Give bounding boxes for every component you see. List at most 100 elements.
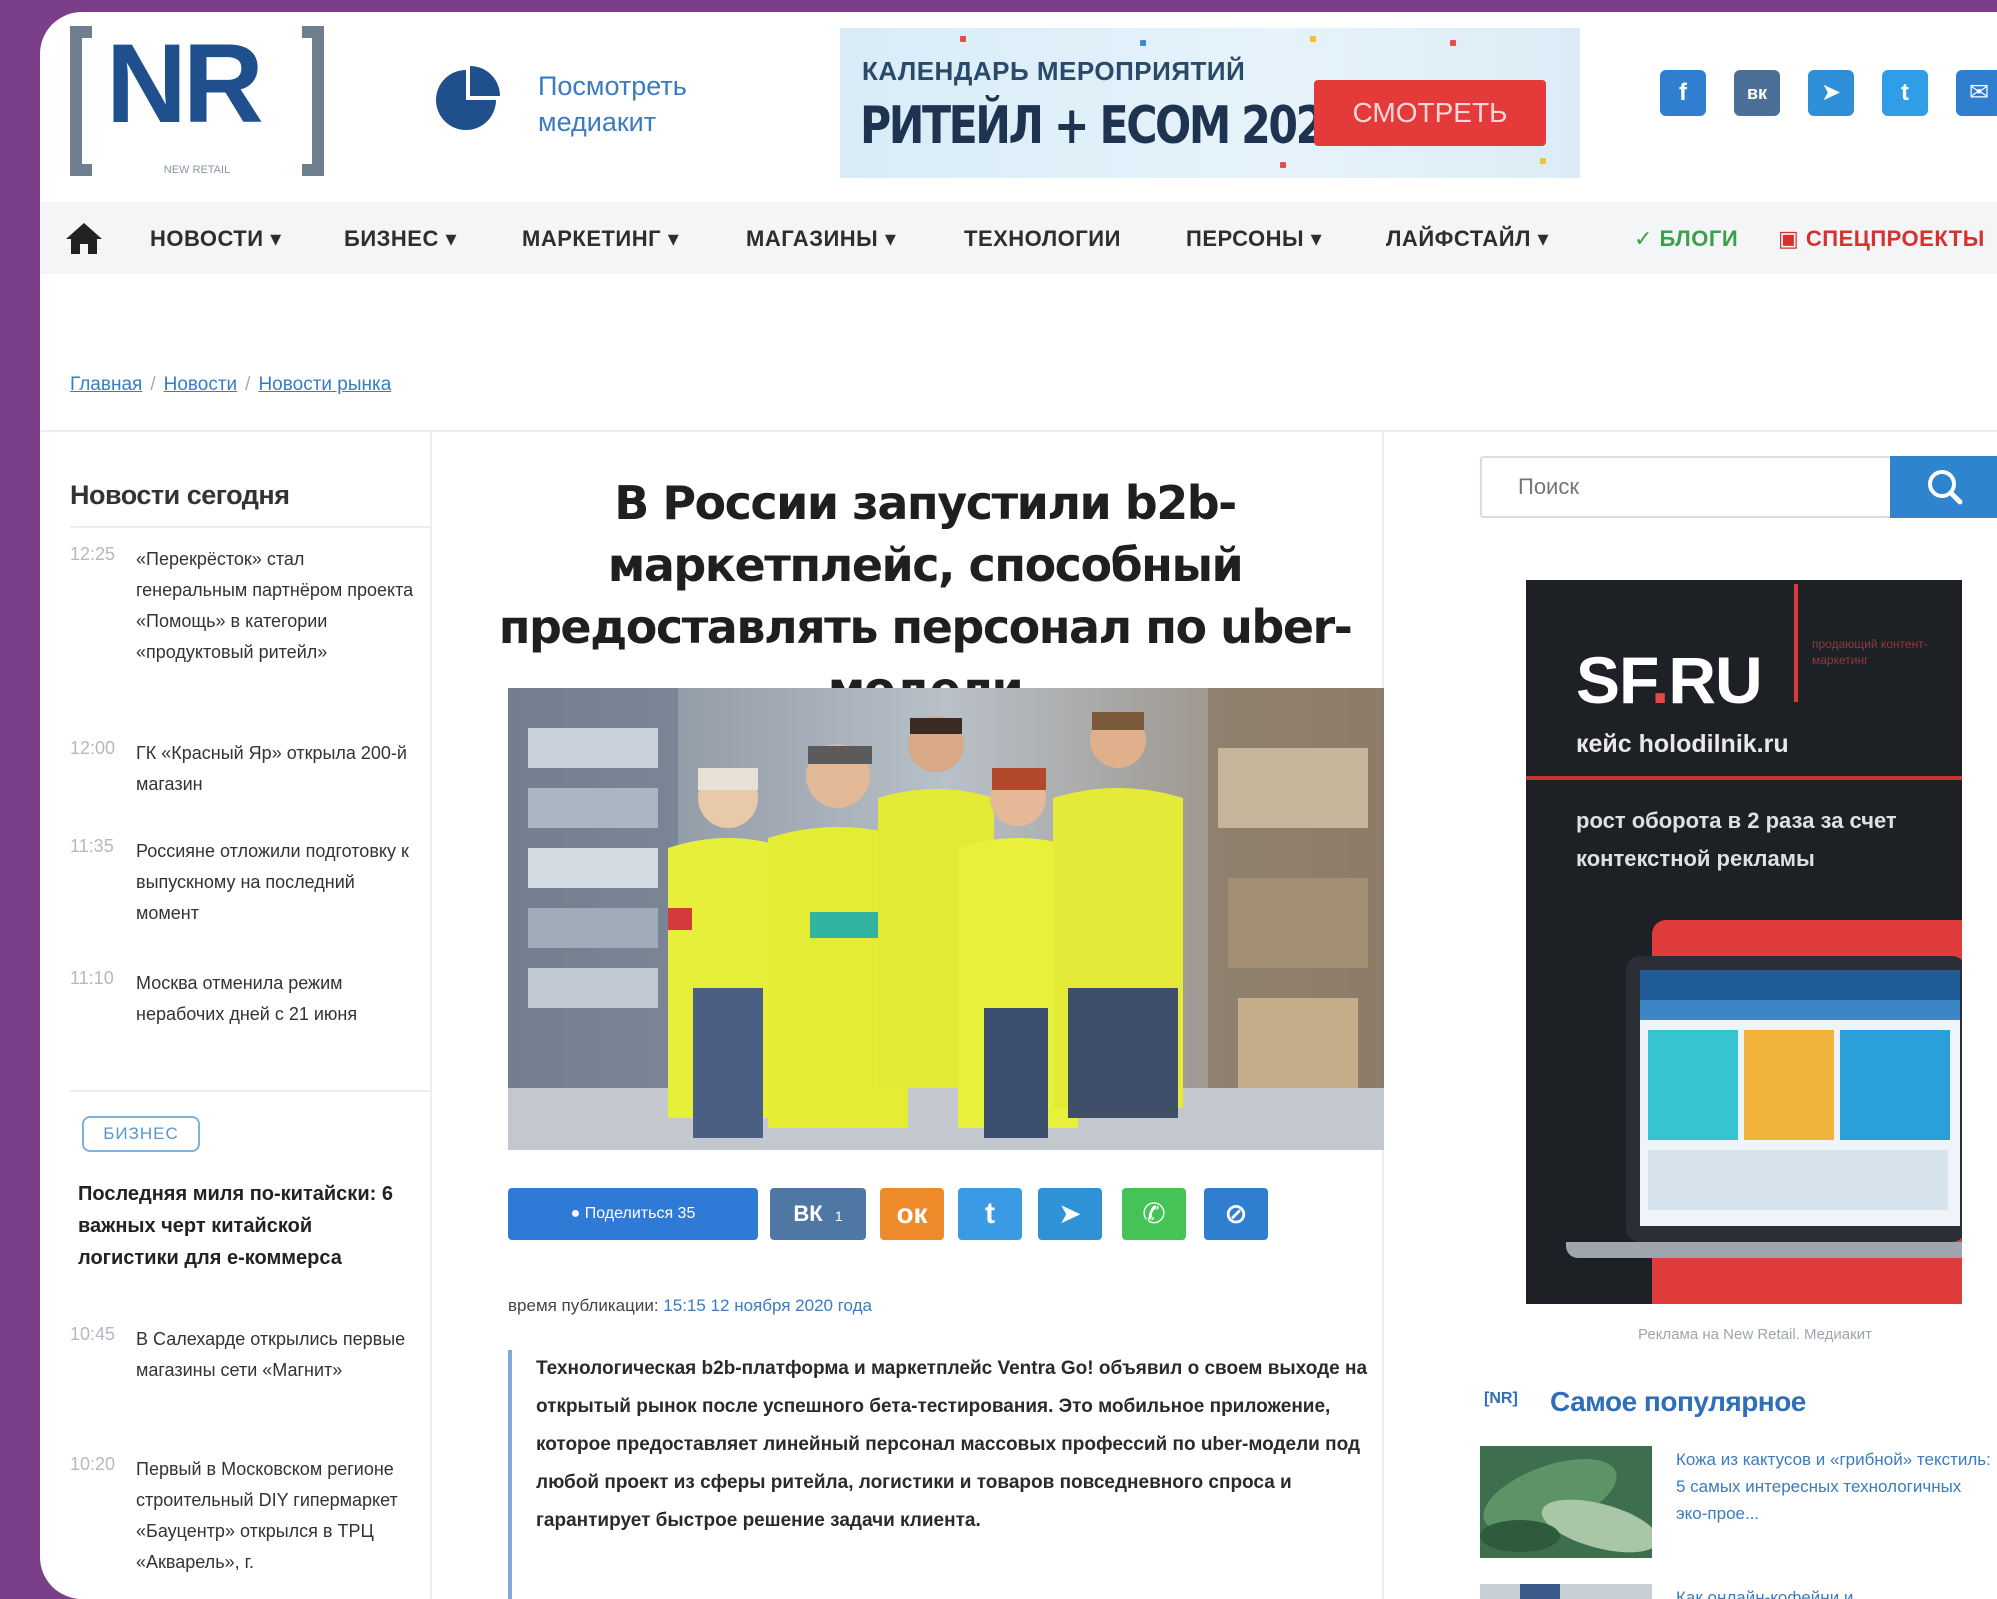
ad-logo: SF.RU [1576,642,1763,718]
link-icon: ⊘ [1224,1198,1248,1229]
cactus-leather-image [1480,1446,1652,1558]
news-headline[interactable]: В Салехарде открылись первые магазины се… [136,1324,416,1386]
copy-link-button[interactable]: ⊘ [1204,1188,1268,1240]
ad-caption[interactable]: Реклама на New Retail. Медиакит [1550,1326,1960,1343]
telegram-share-button[interactable]: ➤ [1038,1188,1102,1240]
popular-headline[interactable]: Кожа из кактусов и «грибной» текстиль: 5… [1676,1446,1996,1527]
news-time: 10:20 [70,1454,116,1474]
publication-time: время публикации: 15:15 12 ноября 2020 г… [508,1296,872,1316]
warehouse-workers-image [508,688,1384,1150]
logo-bracket-right [302,26,324,176]
screen-tile [1648,1030,1738,1140]
nav-special-projects[interactable]: ▣ СПЕЦПРОЕКТЫ [1778,226,1985,252]
confetti-dot [1540,158,1546,164]
vk-icon[interactable]: вк [1734,70,1780,116]
sf-ru-ad[interactable]: SF.RU продающий контент-маркетинг кейс h… [1526,580,1962,1304]
confetti-dot [1450,40,1456,46]
whatsapp-icon: ✆ [1142,1198,1166,1229]
twitter-icon: t [985,1197,995,1230]
popular-thumbnail [1480,1446,1652,1558]
browser-page: NR NEW RETAIL Посмотреть медиакит КАЛЕНД… [40,12,1997,1599]
logo-subtitle: NEW RETAIL [163,164,231,176]
screen-tile [1744,1030,1834,1140]
news-headline[interactable]: «Перекрёсток» стал генеральным партнёром… [136,544,416,668]
news-today-sidebar: Новости сегодня 12:25 «Перекрёсток» стал… [70,432,430,1599]
search-icon [1928,470,1963,505]
main-nav: НОВОСТИ ▾ БИЗНЕС ▾ МАРКЕТИНГ ▾ МАГАЗИНЫ … [40,202,1997,274]
ad-side-text: продающий контент-маркетинг [1812,637,1928,667]
banner-watch-button[interactable]: СМОТРЕТЬ [1314,80,1546,146]
breadcrumb-separator: / [150,374,156,395]
ad-logo-sf: SF [1576,643,1652,717]
publication-time-label: время публикации: [508,1296,659,1315]
screen-row [1648,1150,1948,1210]
news-headline[interactable]: Россияне отложили подготовку к выпускном… [136,836,416,929]
logo-text: NR [106,21,264,146]
divider [70,526,430,528]
confetti-dot [1280,162,1286,168]
nav-news[interactable]: НОВОСТИ ▾ [150,226,282,252]
event-banner[interactable]: КАЛЕНДАРЬ МЕРОПРИЯТИЙ РИТЕЙЛ + ECOM 2021… [840,28,1580,178]
nav-marketing[interactable]: МАРКЕТИНГ ▾ [522,226,679,252]
breadcrumb-separator: / [245,374,251,395]
twitter-share-button[interactable]: t [958,1188,1022,1240]
column-divider [430,432,432,1599]
ad-logo-tld: RU [1668,643,1762,717]
screen-nav [1640,1000,1960,1020]
popular-thumbnail [1480,1584,1652,1599]
nav-blogs[interactable]: ✓ БЛОГИ [1634,226,1738,252]
search-box [1480,456,1997,518]
confetti-dot [1310,36,1316,42]
breadcrumb-market-news[interactable]: Новости рынка [258,374,391,395]
twitter-icon[interactable]: t [1882,70,1928,116]
laptop-base [1566,1242,1962,1258]
nav-technology[interactable]: ТЕХНОЛОГИИ [964,226,1121,252]
nav-stores[interactable]: МАГАЗИНЫ ▾ [746,226,896,252]
nav-lifestyle[interactable]: ЛАЙФСТАЙЛ ▾ [1386,226,1549,252]
mediakit-link[interactable]: Посмотреть медиакит [538,68,738,140]
odnoklassniki-icon: ок [896,1198,928,1229]
whatsapp-share-button[interactable]: ✆ [1122,1188,1186,1240]
vk-share-count: 1 [834,1208,843,1224]
facebook-share-button[interactable]: ● Поделиться 35 [508,1188,758,1240]
mail-icon[interactable]: ✉ [1956,70,1997,116]
news-time: 11:35 [70,836,114,856]
article-title: В России запустили b2b-маркетплейс, спос… [498,476,1353,716]
breadcrumb-home[interactable]: Главная [70,374,142,395]
search-button[interactable] [1890,456,1997,518]
vk-share-button[interactable]: ВК 1 [770,1188,866,1240]
site-header: NR NEW RETAIL Посмотреть медиакит КАЛЕНД… [40,12,1997,190]
facebook-icon[interactable]: f [1660,70,1706,116]
search-input[interactable] [1482,458,1892,516]
facebook-share-label: Поделиться 35 [584,1205,696,1222]
site-logo[interactable]: NR NEW RETAIL [70,26,324,176]
category-tag[interactable]: БИЗНЕС [82,1116,200,1152]
ad-logo-dot: . [1651,643,1669,717]
mediakit-line-2: медиакит [538,107,657,137]
featured-headline[interactable]: Последняя миля по-китайски: 6 важных чер… [78,1178,418,1274]
banner-top-text: КАЛЕНДАРЬ МЕРОПРИЯТИЙ [862,56,1246,86]
logo-bracket-left [70,26,92,176]
home-icon[interactable] [64,220,104,256]
breadcrumb: Главная / Новости / Новости рынка [70,374,391,396]
facebook-icon: ● [570,1205,585,1222]
news-headline[interactable]: Первый в Московском регионе строительный… [136,1454,416,1578]
breadcrumb-news[interactable]: Новости [164,374,238,395]
nr-small-logo: [NR] [1484,1390,1518,1407]
article-lead: Технологическая b2b-платформа и маркетпл… [508,1350,1388,1599]
ad-divider [1526,776,1962,780]
pie-chart-icon[interactable] [430,64,502,136]
telegram-icon: ➤ [1058,1198,1082,1229]
news-headline[interactable]: ГК «Красный Яр» открыла 200-й магазин [136,738,416,800]
nav-business[interactable]: БИЗНЕС ▾ [344,226,457,252]
divider [70,1090,430,1092]
ad-body-text: рост оборота в 2 раза за счет контекстно… [1576,808,1897,871]
ok-share-button[interactable]: ок [880,1188,944,1240]
telegram-icon[interactable]: ➤ [1808,70,1854,116]
news-headline[interactable]: Москва отменила режим нерабочих дней с 2… [136,968,416,1030]
popular-section-title: Самое популярное [1550,1386,1806,1417]
nav-persons[interactable]: ПЕРСОНЫ ▾ [1186,226,1322,252]
popular-headline[interactable]: Как онлайн-кофейни и ... [1676,1584,1996,1599]
screen-header [1640,970,1960,1000]
screen-tile [1840,1030,1950,1140]
